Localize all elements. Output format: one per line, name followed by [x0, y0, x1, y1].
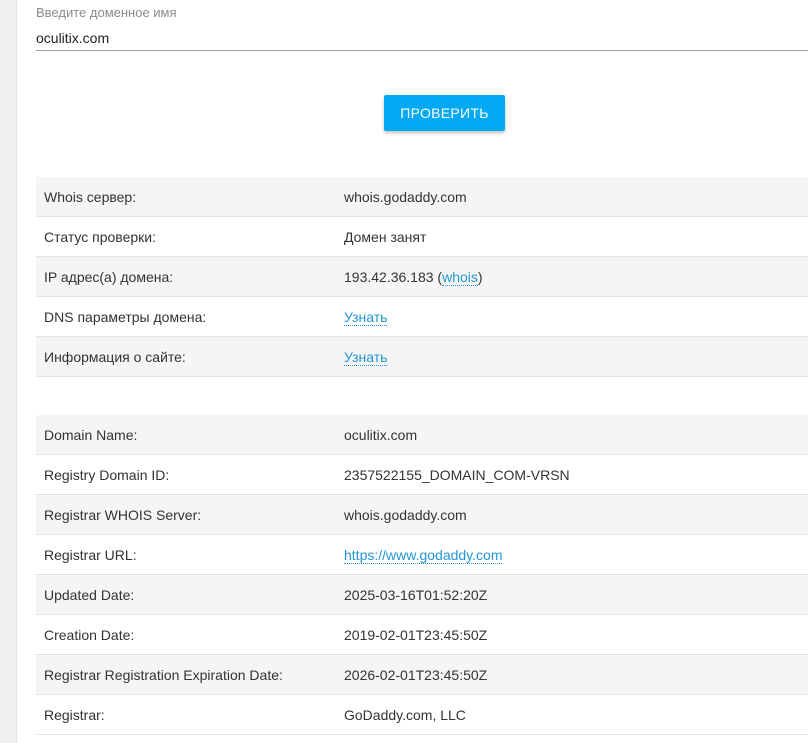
row-key: Creation Date:	[36, 614, 336, 655]
table-row: Whois сервер: whois.godaddy.com	[36, 177, 808, 217]
row-value: whois.godaddy.com	[336, 494, 808, 535]
site-info-link[interactable]: Узнать	[344, 348, 388, 366]
table-row: Creation Date: 2019-02-01T23:45:50Z	[36, 614, 808, 655]
check-button[interactable]: ПРОВЕРИТЬ	[384, 95, 505, 131]
table-row: IP адрес(а) домена: 193.42.36.183 (whois…	[36, 256, 808, 297]
domain-field-label: Введите доменное имя	[36, 5, 177, 20]
row-value: Узнать	[336, 296, 808, 337]
row-value: https://www.godaddy.com	[336, 534, 808, 575]
ip-whois-link[interactable]: whois	[442, 268, 478, 286]
row-key: Updated Date:	[36, 574, 336, 615]
table-row: Registry Domain ID: 2357522155_DOMAIN_CO…	[36, 454, 808, 495]
row-key: Domain Name:	[36, 415, 336, 455]
row-value: oculitix.com	[336, 415, 808, 455]
row-key: Статус проверки:	[36, 216, 336, 257]
table-row: Updated Date: 2025-03-16T01:52:20Z	[36, 574, 808, 615]
table-row: Статус проверки: Домен занят	[36, 216, 808, 257]
table-row: Registrar: GoDaddy.com, LLC	[36, 694, 808, 735]
row-value-ip: 193.42.36.183 (whois)	[336, 256, 808, 297]
registrar-url-link[interactable]: https://www.godaddy.com	[344, 546, 503, 564]
table-row: Registrar Registration Expiration Date: …	[36, 654, 808, 695]
row-key: DNS параметры домена:	[36, 296, 336, 337]
row-key: Whois сервер:	[36, 177, 336, 217]
row-value: 2026-02-01T23:45:50Z	[336, 654, 808, 695]
row-key: Registrar Registration Expiration Date:	[36, 654, 336, 695]
row-key: Registrar:	[36, 694, 336, 735]
status-table: Whois сервер: whois.godaddy.com Статус п…	[36, 177, 808, 377]
row-value: 2019-02-01T23:45:50Z	[336, 614, 808, 655]
row-key: Registrar URL:	[36, 534, 336, 575]
domain-field: Введите доменное имя	[36, 0, 808, 52]
row-key: Registry Domain ID:	[36, 454, 336, 495]
table-row: Domain Name: oculitix.com	[36, 415, 808, 455]
row-value: whois.godaddy.com	[336, 177, 808, 217]
table-row: DNS параметры домена: Узнать	[36, 296, 808, 337]
row-value: Узнать	[336, 336, 808, 377]
row-value: Домен занят	[336, 216, 808, 257]
content-panel: Введите доменное имя ПРОВЕРИТЬ Whois сер…	[17, 0, 808, 743]
ip-address: 193.42.36.183	[344, 268, 434, 285]
row-key: Registrar WHOIS Server:	[36, 494, 336, 535]
row-value: 2357522155_DOMAIN_COM-VRSN	[336, 454, 808, 495]
whois-table: Domain Name: oculitix.com Registry Domai…	[36, 415, 808, 735]
table-row: Registrar WHOIS Server: whois.godaddy.co…	[36, 494, 808, 535]
dns-lookup-link[interactable]: Узнать	[344, 308, 388, 326]
domain-input[interactable]	[36, 26, 808, 51]
row-key: IP адрес(а) домена:	[36, 256, 336, 297]
row-value: GoDaddy.com, LLC	[336, 694, 808, 735]
row-key: Информация о сайте:	[36, 336, 336, 377]
table-row: Registrar URL: https://www.godaddy.com	[36, 534, 808, 575]
row-value: 2025-03-16T01:52:20Z	[336, 574, 808, 615]
paren-close: )	[477, 268, 483, 285]
table-row: Информация о сайте: Узнать	[36, 336, 808, 377]
